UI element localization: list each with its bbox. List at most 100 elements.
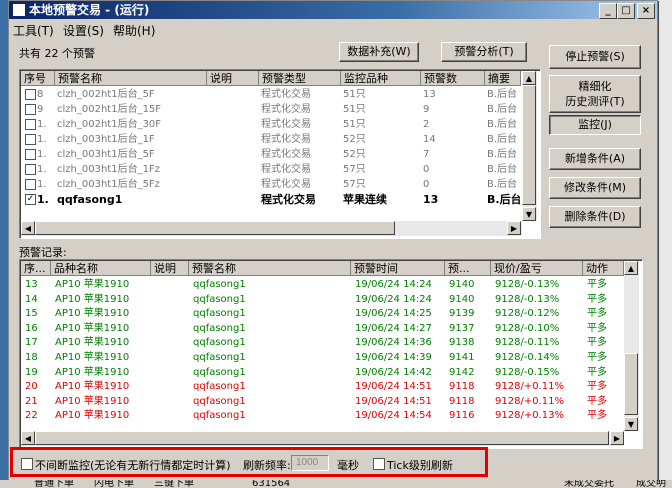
alert-list-vscroll[interactable]: ▲ ▼	[522, 71, 537, 221]
log-cell-name: qqfasong1	[193, 410, 246, 422]
alert-row[interactable]: ✓ 1. qqfasong1 程式化交易 苹果连续 13 B.后台	[21, 192, 521, 207]
log-header-alert-name[interactable]: 预警名称	[189, 261, 351, 276]
log-header-pnl[interactable]: 现价/盈亏	[491, 261, 583, 276]
log-cell-action: 平多	[587, 337, 607, 349]
log-row[interactable]: 20 AP10 苹果1910 qqfasong1 19/06/24 14:51 9118…	[21, 379, 624, 394]
log-scroll-down-icon[interactable]: ▼	[624, 417, 638, 431]
header-note[interactable]: 说明	[207, 71, 259, 86]
header-no[interactable]: 序号	[21, 71, 55, 86]
log-cell-action: 平多	[587, 279, 607, 290]
alert-cell-type: 程式化交易	[261, 193, 316, 206]
alert-row-checkbox[interactable]	[25, 89, 36, 100]
log-cell-action: 平多	[587, 322, 607, 334]
log-cell-no: 19	[25, 366, 38, 378]
data-fill-button[interactable]: 数据补充(W)	[339, 42, 419, 62]
alert-row[interactable]: 1. clzh_002ht1后台_30F 程式化交易 51只 2 B.后台	[21, 117, 521, 132]
alert-row[interactable]: 1. clzh_003ht1后台_5Fz 程式化交易 57只 0 B.后台	[21, 177, 521, 192]
alert-row-checkbox[interactable]	[25, 104, 36, 115]
alert-row-checkbox[interactable]	[25, 134, 36, 145]
log-vscroll-thumb[interactable]	[624, 353, 638, 415]
log-scroll-right-icon[interactable]: ▶	[610, 431, 624, 445]
stop-alert-button[interactable]: 停止预警(S)	[549, 45, 641, 69]
bg-tab-fills[interactable]: 成交明	[636, 480, 666, 488]
log-cell-no: 16	[25, 322, 38, 334]
vscroll-thumb[interactable]	[522, 85, 536, 205]
add-condition-button[interactable]: 新增条件(A)	[549, 148, 641, 170]
log-scroll-up-icon[interactable]: ▲	[624, 261, 638, 275]
alert-row[interactable]: 8 clzh_002ht1后台_5F 程式化交易 51只 13 B.后台	[21, 87, 521, 102]
alert-cell-no: 9	[37, 104, 44, 115]
refine-label: 精细化	[578, 80, 612, 93]
log-row[interactable]: 22 AP10 苹果1910 qqfasong1 19/06/24 14:54 9116…	[21, 408, 624, 423]
log-cell-price: 9140	[449, 279, 475, 290]
alert-cell-summary: B.后台	[487, 179, 518, 190]
log-list-hscroll[interactable]: ◀ ▶	[21, 431, 624, 446]
menu-settings[interactable]: 设置(S)	[63, 22, 104, 39]
log-cell-time: 19/06/24 14:51	[355, 395, 432, 407]
log-cell-pnl: 9128/-0.10%	[495, 322, 560, 334]
menu-tools[interactable]: 工具(T)	[13, 22, 54, 39]
alert-row-checkbox[interactable]	[25, 164, 36, 175]
alert-list-hscroll[interactable]: ◀ ▶	[21, 221, 522, 236]
scroll-left-icon[interactable]: ◀	[21, 221, 35, 235]
menu-help[interactable]: 帮助(H)	[113, 22, 155, 39]
bg-tab-three-key-order[interactable]: 三键下单	[154, 480, 194, 488]
log-row[interactable]: 17 AP10 苹果1910 qqfasong1 19/06/24 14:36 9138…	[21, 335, 624, 350]
log-row[interactable]: 14 AP10 苹果1910 qqfasong1 19/06/24 14:24 9140…	[21, 292, 624, 307]
bg-tab-flash-order[interactable]: 闪电下单	[94, 480, 134, 488]
log-header-price[interactable]: 预...	[445, 261, 491, 276]
log-row[interactable]: 16 AP10 苹果1910 qqfasong1 19/06/24 14:27 9137…	[21, 321, 624, 336]
alert-row[interactable]: 1. clzh_003ht1后台_1F 程式化交易 52只 14 B.后台	[21, 132, 521, 147]
monitor-button[interactable]: 监控(J)	[549, 115, 641, 135]
scroll-up-icon[interactable]: ▲	[522, 71, 536, 85]
log-header-note[interactable]: 说明	[151, 261, 189, 276]
refine-history-button[interactable]: 精细化 历史测评(T)	[549, 75, 641, 113]
alert-row[interactable]: 1. clzh_003ht1后台_1Fz 程式化交易 57只 0 B.后台	[21, 162, 521, 177]
title-bar[interactable]: 本地预警交易 - (运行) _ □ ×	[9, 1, 657, 19]
alert-cell-symbol: 51只	[343, 89, 366, 100]
log-cell-no: 15	[25, 308, 38, 320]
hscroll-thumb[interactable]	[35, 221, 395, 235]
log-row[interactable]: 19 AP10 苹果1910 qqfasong1 19/06/24 14:42 9142…	[21, 365, 624, 380]
minimize-button[interactable]: _	[599, 3, 617, 19]
log-row[interactable]: 13 AP10 苹果1910 qqfasong1 19/06/24 14:24 9140…	[21, 277, 624, 292]
log-cell-time: 19/06/24 14:24	[355, 293, 432, 305]
alert-row[interactable]: 9 clzh_002ht1后台_15F 程式化交易 51只 9 B.后台	[21, 102, 521, 117]
header-alert-name[interactable]: 预警名称	[55, 71, 207, 86]
header-alert-count[interactable]: 预警数	[421, 71, 485, 86]
alert-row-checkbox[interactable]	[25, 149, 36, 160]
delete-condition-button[interactable]: 删除条件(D)	[549, 206, 641, 228]
bg-tab-unfilled[interactable]: 未成交委托	[564, 480, 614, 488]
log-cell-no: 22	[25, 410, 38, 422]
alert-row[interactable]: 1. clzh_003ht1后台_5F 程式化交易 52只 7 B.后台	[21, 147, 521, 162]
close-button[interactable]: ×	[637, 3, 655, 19]
log-scroll-left-icon[interactable]: ◀	[21, 431, 35, 445]
log-header-symbol[interactable]: 品种名称	[51, 261, 151, 276]
modify-condition-button[interactable]: 修改条件(M)	[549, 177, 641, 199]
alert-count-summary: 共有 22 个预警	[19, 47, 95, 60]
alert-analysis-button[interactable]: 预警分析(T)	[441, 42, 527, 62]
alert-row-checkbox[interactable]	[25, 179, 36, 190]
log-row[interactable]: 18 AP10 苹果1910 qqfasong1 19/06/24 14:39 9141…	[21, 350, 624, 365]
scroll-right-icon[interactable]: ▶	[507, 221, 521, 235]
alert-row-checkbox[interactable]: ✓	[25, 194, 36, 205]
log-row[interactable]: 15 AP10 苹果1910 qqfasong1 19/06/24 14:25 9139…	[21, 306, 624, 321]
scroll-down-icon[interactable]: ▼	[522, 207, 536, 221]
log-cell-symbol: AP10 苹果1910	[55, 381, 130, 393]
log-header-alert-time[interactable]: 预警时间	[351, 261, 445, 276]
header-alert-type[interactable]: 预警类型	[259, 71, 341, 86]
header-summary[interactable]: 摘要	[485, 71, 521, 86]
log-list-vscroll[interactable]: ▲ ▼	[624, 261, 639, 431]
alert-cell-name: qqfasong1	[57, 193, 123, 206]
maximize-button[interactable]: □	[617, 3, 635, 19]
log-hscroll-thumb[interactable]	[35, 431, 609, 445]
log-row[interactable]: 21 AP10 苹果1910 qqfasong1 19/06/24 14:51 9118…	[21, 394, 624, 409]
log-cell-name: qqfasong1	[193, 395, 246, 407]
log-header-no[interactable]: 序...	[21, 261, 51, 276]
log-header-action[interactable]: 动作	[583, 261, 624, 276]
app-icon	[13, 4, 25, 16]
log-cell-symbol: AP10 苹果1910	[55, 322, 130, 334]
header-symbol[interactable]: 监控品种	[341, 71, 421, 86]
bg-tab-normal-order[interactable]: 普通下单	[34, 480, 74, 488]
alert-row-checkbox[interactable]	[25, 119, 36, 130]
